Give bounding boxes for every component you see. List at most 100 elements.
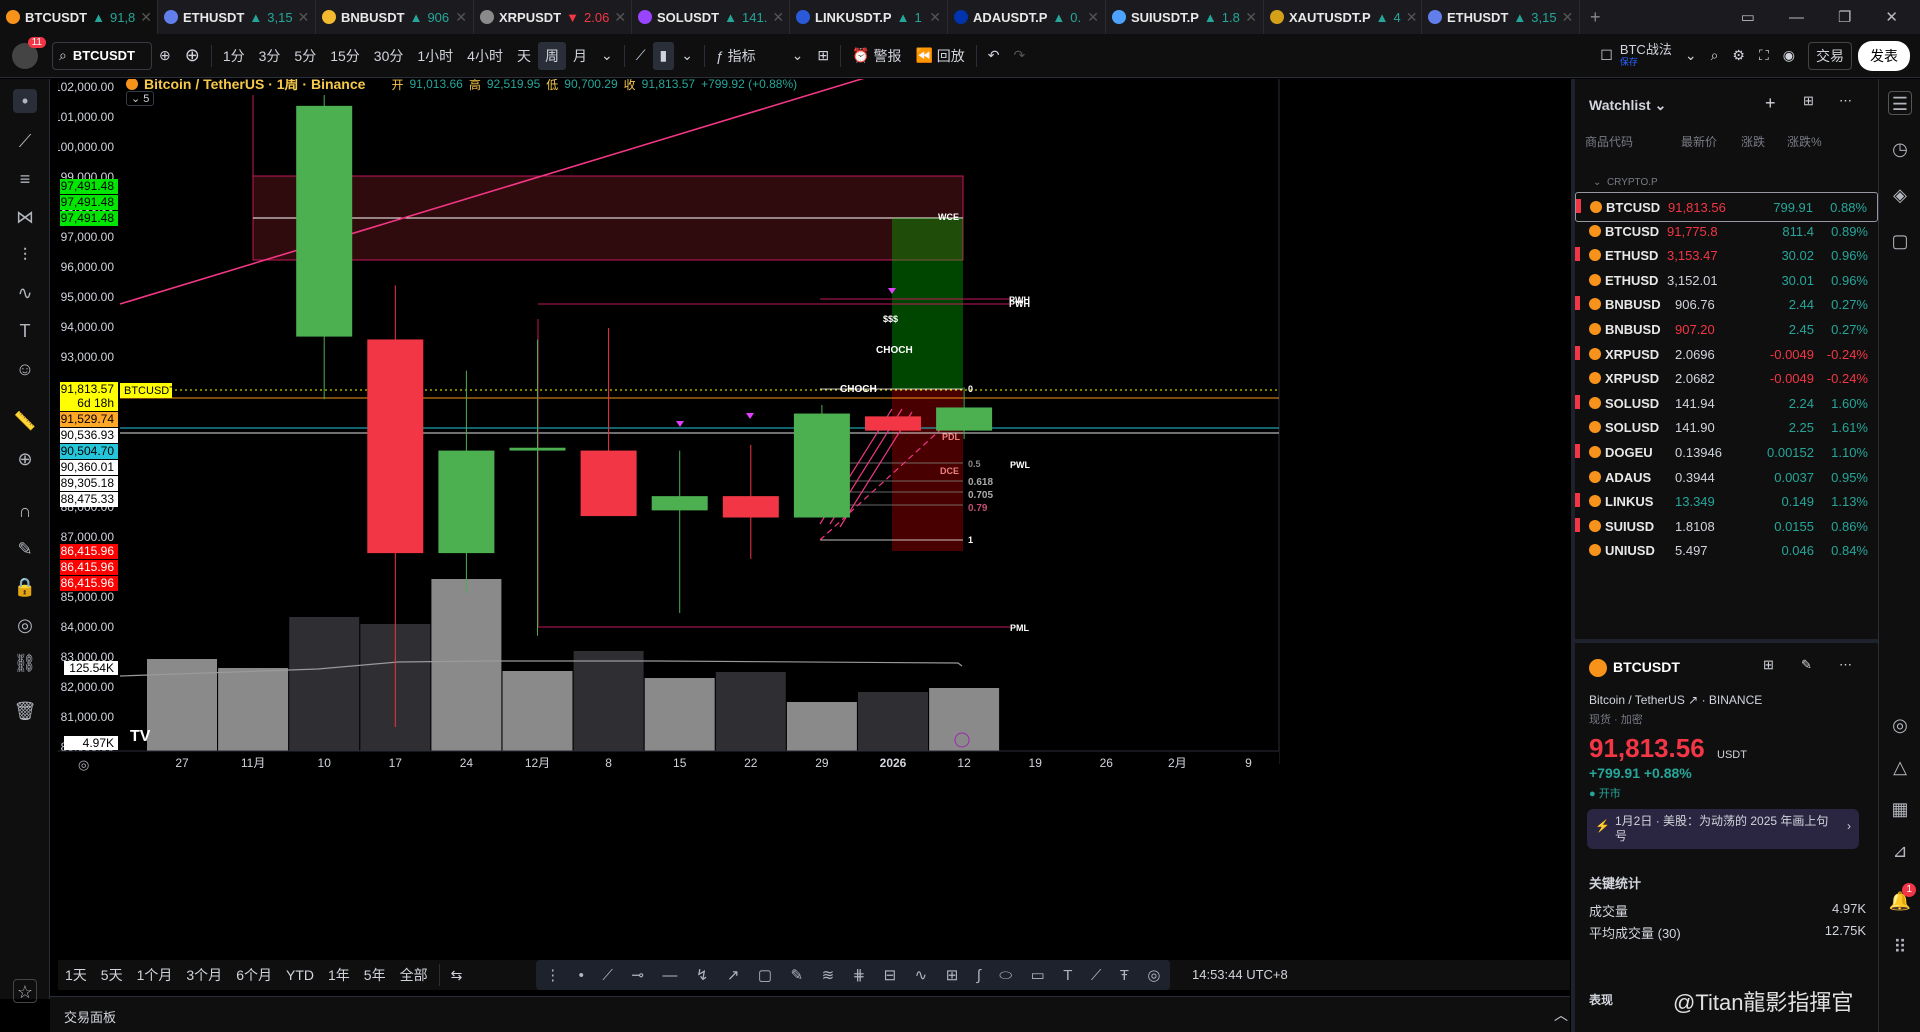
external-link-icon[interactable]: ↗ [1688, 693, 1698, 707]
table-icon[interactable]: ⊞ [946, 966, 959, 984]
interval-3[interactable]: 15分 [323, 42, 367, 70]
undo-icon[interactable]: ↶ [981, 42, 1007, 70]
layouts-icon[interactable]: ⊞ [810, 42, 836, 70]
interval-8[interactable]: 周 [537, 41, 566, 70]
camera-icon[interactable]: ◉ [1776, 42, 1802, 70]
candle-type-icon[interactable]: ▮ [652, 41, 675, 70]
brush-icon[interactable]: ∿ [13, 281, 37, 305]
curve-icon[interactable]: ∫ [977, 967, 981, 984]
replay-button[interactable]: ⏪ 回放 [908, 42, 971, 70]
range-4[interactable]: 6个月 [229, 961, 279, 989]
brush-icon[interactable]: ✎ [791, 966, 804, 984]
more-icon[interactable]: ⋯ [1839, 93, 1852, 109]
link-icon[interactable]: ⛓ [13, 651, 37, 675]
close-icon[interactable]: ✕ [1406, 9, 1418, 26]
close-icon[interactable]: ✕ [772, 9, 784, 26]
callout-icon[interactable]: ▭ [1031, 966, 1045, 984]
col-header-1[interactable]: 最新价 [1681, 133, 1717, 150]
alert-button[interactable]: ⏰ 警报 [845, 42, 908, 70]
chevron-down-icon[interactable]: ⌄ [785, 42, 811, 70]
chevron-up-icon[interactable]: ︿ [1554, 1005, 1568, 1025]
ruler-icon[interactable]: 📏 [13, 409, 37, 433]
pencil-lock-icon[interactable]: ✎ [13, 537, 37, 561]
tab-btcusdt[interactable]: BTCUSDT ▲ 91,8 ✕ [0, 0, 158, 34]
fib-icon[interactable]: ≋ [822, 966, 835, 984]
eye-icon[interactable]: ◎ [1147, 966, 1160, 984]
legend-title[interactable]: Bitcoin / TetherUS · 1周 · Binance [144, 79, 366, 94]
chevron-down-icon[interactable]: ⌄ [1678, 42, 1704, 70]
interval-6[interactable]: 4小时 [460, 42, 510, 70]
redo-icon[interactable]: ↷ [1007, 42, 1033, 70]
interval-2[interactable]: 5分 [287, 42, 323, 70]
interval-1[interactable]: 3分 [252, 42, 288, 70]
arrow-icon[interactable]: ↗ [727, 966, 740, 984]
apps-icon[interactable]: ⠿ [1888, 935, 1912, 959]
chevron-down-icon[interactable]: ⌄ [594, 42, 620, 70]
line-type-icon[interactable]: ⟋ [629, 42, 653, 70]
layers-icon[interactable]: ◈ [1888, 183, 1912, 207]
chart-svg[interactable]: WCEPWHPWH$$$CHOCHCHOCHPDL0.5DCE0.6180.70… [58, 79, 1568, 944]
compare-icon[interactable]: ⊕ [152, 42, 178, 70]
pattern-icon[interactable]: ⋈ [13, 205, 37, 229]
trash-icon[interactable]: 🗑 [13, 699, 37, 723]
close-icon[interactable]: ✕ [298, 9, 310, 26]
path-icon[interactable]: ↯ [696, 966, 709, 984]
layout-checkbox[interactable]: ☐ [1593, 42, 1620, 70]
close-icon[interactable]: ✕ [929, 9, 941, 26]
clock-icon[interactable]: ◷ [1888, 137, 1912, 161]
tab-bnbusdt[interactable]: BNBUSDT ▲ 906 ✕ [316, 0, 474, 34]
zoom-icon[interactable]: ⊕ [13, 447, 37, 471]
tab-ethusdt[interactable]: ETHUSDT ▲ 3,15 ✕ [158, 0, 316, 34]
rect-icon[interactable]: ▢ [758, 966, 772, 984]
close-icon[interactable]: ✕ [1087, 9, 1099, 26]
flag-icon[interactable] [1575, 247, 1580, 262]
flag-icon[interactable] [1575, 296, 1580, 311]
interval-5[interactable]: 1小时 [410, 42, 460, 70]
minimize-icon[interactable]: — [1789, 9, 1804, 26]
wave-icon[interactable]: ∿ [915, 966, 928, 984]
indicators-button[interactable]: ƒ 指标 [709, 42, 763, 70]
gear-icon[interactable]: ⚙ [1725, 42, 1752, 70]
maximize-icon[interactable]: ❐ [1838, 8, 1851, 26]
close-icon[interactable]: ✕ [1245, 9, 1257, 26]
close-icon[interactable]: ✕ [1885, 8, 1898, 26]
magnet-icon[interactable]: ∩ [13, 499, 37, 523]
interval-7[interactable]: 天 [510, 42, 538, 70]
add-symbol-icon[interactable]: ⊕ [178, 42, 207, 70]
close-icon[interactable]: ✕ [614, 9, 626, 26]
text-icon[interactable]: T [13, 319, 37, 343]
tab-suiusdt.p[interactable]: SUIUSDT.P ▲ 1.8 ✕ [1106, 0, 1264, 34]
flag-icon[interactable] [1575, 394, 1580, 409]
close-icon[interactable]: ✕ [1562, 9, 1574, 26]
watchlist-icon[interactable]: ☰ [1888, 91, 1912, 115]
quick-search-icon[interactable]: ⌕ [1704, 42, 1726, 70]
news-card[interactable]: ⚡ 1月2日 · 美股：为动荡的 2025 年画上句号 › [1587, 809, 1859, 849]
signal-icon[interactable]: ⊿ [1888, 839, 1912, 863]
hline-icon[interactable]: ⊸ [631, 966, 644, 984]
line-icon[interactable]: ⟋ [602, 967, 613, 984]
tab-adausdt.p[interactable]: ADAUSDT.P ▲ 0. ✕ [948, 0, 1106, 34]
calendar-icon[interactable]: ▦ [1888, 797, 1912, 821]
legend-collapse[interactable]: ⌄ 5 [126, 91, 155, 106]
projection-icon[interactable]: ⫶ [13, 243, 37, 267]
trade-button[interactable]: 交易 [1808, 41, 1852, 70]
clock-readout[interactable]: 14:53:44 UTC+8 [1192, 967, 1288, 982]
interval-9[interactable]: 月 [566, 42, 594, 70]
range-6[interactable]: 1年 [321, 961, 357, 989]
group-header[interactable]: ⌄ CRYPTO.P [1593, 177, 1658, 188]
tab-ethusdt[interactable]: ETHUSDT ▲ 3,15 ✕ [1422, 0, 1580, 34]
add-icon[interactable]: + [1765, 93, 1776, 114]
pen-icon[interactable]: ⟋ [1091, 967, 1102, 984]
grid-icon[interactable]: ⊟ [884, 966, 897, 984]
symbol-search[interactable]: ⌕ BTCUSDT [52, 41, 152, 70]
new-tab-icon[interactable]: + [1590, 7, 1601, 28]
watchlist-title[interactable]: Watchlist [1589, 97, 1651, 113]
user-avatar[interactable]: 11 [12, 36, 46, 69]
tab-xrpusdt[interactable]: XRPUSDT ▼ 2.06 ✕ [474, 0, 632, 34]
text-tool-icon[interactable]: Ŧ [1120, 967, 1129, 984]
watchlist-row[interactable]: UNIUSD 5.497 0.046 0.84% [1575, 536, 1878, 566]
col-header-2[interactable]: 涨跌 [1741, 133, 1765, 150]
cursor-icon[interactable]: • [13, 89, 37, 113]
star-icon[interactable]: ☆ [13, 979, 37, 1003]
detail-symbol[interactable]: BTCUSDT [1613, 659, 1680, 675]
